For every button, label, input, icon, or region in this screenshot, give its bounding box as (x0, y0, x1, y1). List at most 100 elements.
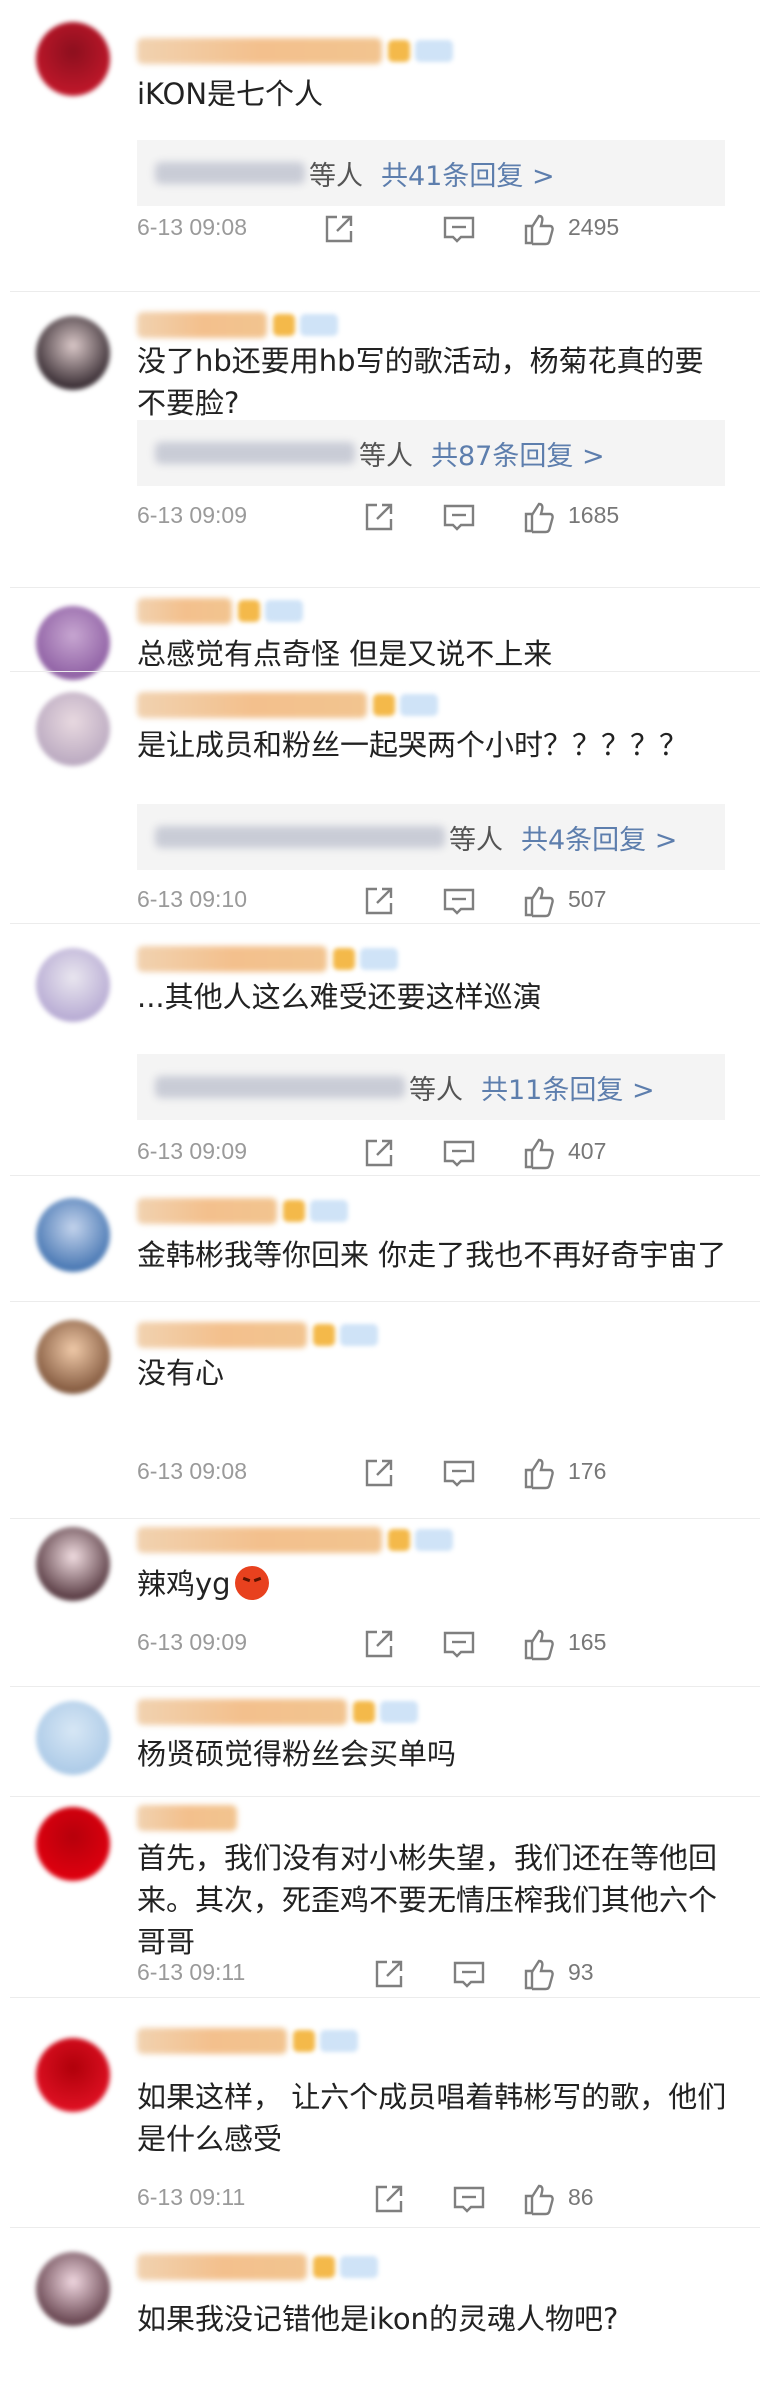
comment-item[interactable]: 如果这样， 让六个成员唱着韩彬写的歌，他们是什么感受 6-13 09:11 86 (0, 1998, 770, 2228)
comment-icon (443, 504, 475, 531)
user-badges (333, 946, 398, 972)
username-blurred[interactable] (137, 2028, 287, 2054)
comment-text-content: 是让成员和粉丝一起哭两个小时？？？？？ (137, 728, 689, 762)
comment-item[interactable]: 金韩彬我等你回来 你走了我也不再好奇宇宙了 (0, 1176, 770, 1302)
username-blurred[interactable] (137, 692, 367, 718)
like-icon (524, 502, 554, 534)
share-icon[interactable] (370, 1955, 408, 1993)
share-icon[interactable] (360, 498, 398, 536)
avatar[interactable] (36, 316, 110, 390)
like-count: 407 (568, 1138, 607, 1164)
comment-icon[interactable] (440, 210, 478, 248)
comment-icon[interactable] (440, 498, 478, 536)
comment-item[interactable]: iKON是七个人 等人 共41条回复 > 6-13 09:08 2495 (0, 0, 770, 292)
avatar[interactable] (36, 1320, 110, 1394)
comment-icon[interactable] (450, 2180, 488, 2218)
avatar[interactable] (36, 1527, 110, 1601)
avatar[interactable] (36, 1701, 110, 1775)
username-blurred[interactable] (137, 1198, 277, 1224)
share-icon[interactable] (360, 882, 398, 920)
username-blurred[interactable] (137, 1805, 237, 1831)
like-icon[interactable] (520, 1955, 558, 1993)
avatar[interactable] (36, 1198, 110, 1272)
like-icon[interactable] (520, 1134, 558, 1172)
comment-text: 没了hb还要用hb写的歌活动，杨菊花真的要不要脸? (137, 340, 730, 424)
replies-count-link[interactable]: 共4条回复 > (521, 818, 677, 857)
avatar[interactable] (36, 2252, 110, 2326)
comment-icon[interactable] (440, 1134, 478, 1172)
share-icon[interactable] (360, 1625, 398, 1663)
comment-item[interactable]: ...其他人这么难受还要这样巡演 等人 共11条回复 > 6-13 09:09 407 (0, 924, 770, 1176)
share-icon[interactable] (360, 1454, 398, 1492)
comment-icon[interactable] (440, 1625, 478, 1663)
comment-icon[interactable] (440, 1454, 478, 1492)
comment-item[interactable]: 如果我没记错他是ikon的灵魂人物吧? (0, 2228, 770, 2381)
username-blurred[interactable] (137, 2254, 307, 2280)
comment-meta: 6-13 09:08 176 (137, 1454, 730, 1494)
comment-item[interactable]: 首先，我们没有对小彬失望，我们还在等他回来。其次，死歪鸡不要无情压榨我们其他六个… (0, 1797, 770, 1998)
timestamp: 6-13 09:09 (137, 1629, 247, 1655)
comment-text-content: 没了hb还要用hb写的歌活动，杨菊花真的要不要脸? (137, 344, 704, 420)
like-icon[interactable] (520, 2180, 558, 2218)
comment-item[interactable]: 总感觉有点奇怪 但是又说不上来 (0, 588, 770, 680)
comment-icon (443, 1631, 475, 1658)
user-badges (238, 598, 303, 624)
username-blurred[interactable] (137, 312, 267, 338)
comment-item[interactable]: 辣鸡yg 6-13 09:09 165 (0, 1519, 770, 1687)
replies-count-link[interactable]: 共11条回复 > (481, 1068, 655, 1107)
comment-text-content: 辣鸡yg (137, 1567, 231, 1601)
avatar[interactable] (36, 2038, 110, 2112)
comment-item[interactable]: 没有心 6-13 09:08 176 (0, 1302, 770, 1519)
replies-count-link[interactable]: 共87条回复 > (431, 434, 605, 473)
replies-preview[interactable]: 等人 共4条回复 > (137, 804, 725, 870)
avatar[interactable] (36, 948, 110, 1022)
replies-count-link[interactable]: 共41条回复 > (381, 154, 555, 193)
comment-icon (443, 888, 475, 915)
like-icon[interactable] (520, 498, 558, 536)
avatar[interactable] (36, 22, 110, 96)
username-blurred[interactable] (137, 1322, 307, 1348)
like-icon[interactable] (520, 1625, 558, 1663)
like-count: 507 (568, 886, 607, 912)
comment-text: ...其他人这么难受还要这样巡演 (137, 976, 730, 1018)
share-icon (375, 2185, 403, 2213)
comment-text-content: ...其他人这么难受还要这样巡演 (137, 980, 542, 1014)
replier-names-blurred (155, 442, 355, 464)
comment-list: iKON是七个人 等人 共41条回复 >6-13 09:08 2495 没了hb还要用h… (0, 0, 770, 2381)
replies-preview[interactable]: 等人 共87条回复 > (137, 420, 725, 486)
comment-icon[interactable] (450, 1955, 488, 1993)
avatar[interactable] (36, 692, 110, 766)
username-blurred[interactable] (137, 598, 232, 624)
replies-preview[interactable]: 等人 共41条回复 > (137, 140, 725, 206)
comment-text: 如果我没记错他是ikon的灵魂人物吧? (137, 2298, 730, 2340)
share-icon[interactable] (360, 1134, 398, 1172)
share-icon (365, 1459, 393, 1487)
username-blurred[interactable] (137, 946, 327, 972)
username-blurred[interactable] (137, 1527, 382, 1553)
share-icon[interactable] (320, 210, 358, 248)
like-icon[interactable] (520, 1454, 558, 1492)
comment-item[interactable]: 没了hb还要用hb写的歌活动，杨菊花真的要不要脸? 等人 共87条回复 >6-13 … (0, 292, 770, 588)
like-icon[interactable] (520, 882, 558, 920)
comment-icon[interactable] (440, 882, 478, 920)
replies-preview[interactable]: 等人 共11条回复 > (137, 1054, 725, 1120)
comment-text: 杨贤硕觉得粉丝会买单吗 (137, 1733, 730, 1775)
user-badges (313, 1322, 378, 1348)
avatar[interactable] (36, 1807, 110, 1881)
avatar[interactable] (36, 606, 110, 680)
replies-who: 等人 (359, 440, 413, 472)
comment-item[interactable]: 是让成员和粉丝一起哭两个小时？？？？？ 等人 共4条回复 > 6-13 09:10 50… (0, 672, 770, 924)
like-icon (524, 1138, 554, 1170)
username-blurred[interactable] (137, 1699, 347, 1725)
like-count: 176 (568, 1458, 607, 1484)
like-icon[interactable] (520, 210, 558, 248)
comment-text-content: iKON是七个人 (137, 77, 324, 111)
share-icon[interactable] (370, 2180, 408, 2218)
comment-item[interactable]: 杨贤硕觉得粉丝会买单吗 (0, 1687, 770, 1797)
username-blurred[interactable] (137, 38, 382, 64)
timestamp: 6-13 09:08 (137, 214, 247, 240)
user-badges (373, 692, 438, 718)
user-badges (313, 2254, 378, 2280)
user-badges (353, 1699, 418, 1725)
comment-text: 首先，我们没有对小彬失望，我们还在等他回来。其次，死歪鸡不要无情压榨我们其他六个… (137, 1837, 730, 1963)
